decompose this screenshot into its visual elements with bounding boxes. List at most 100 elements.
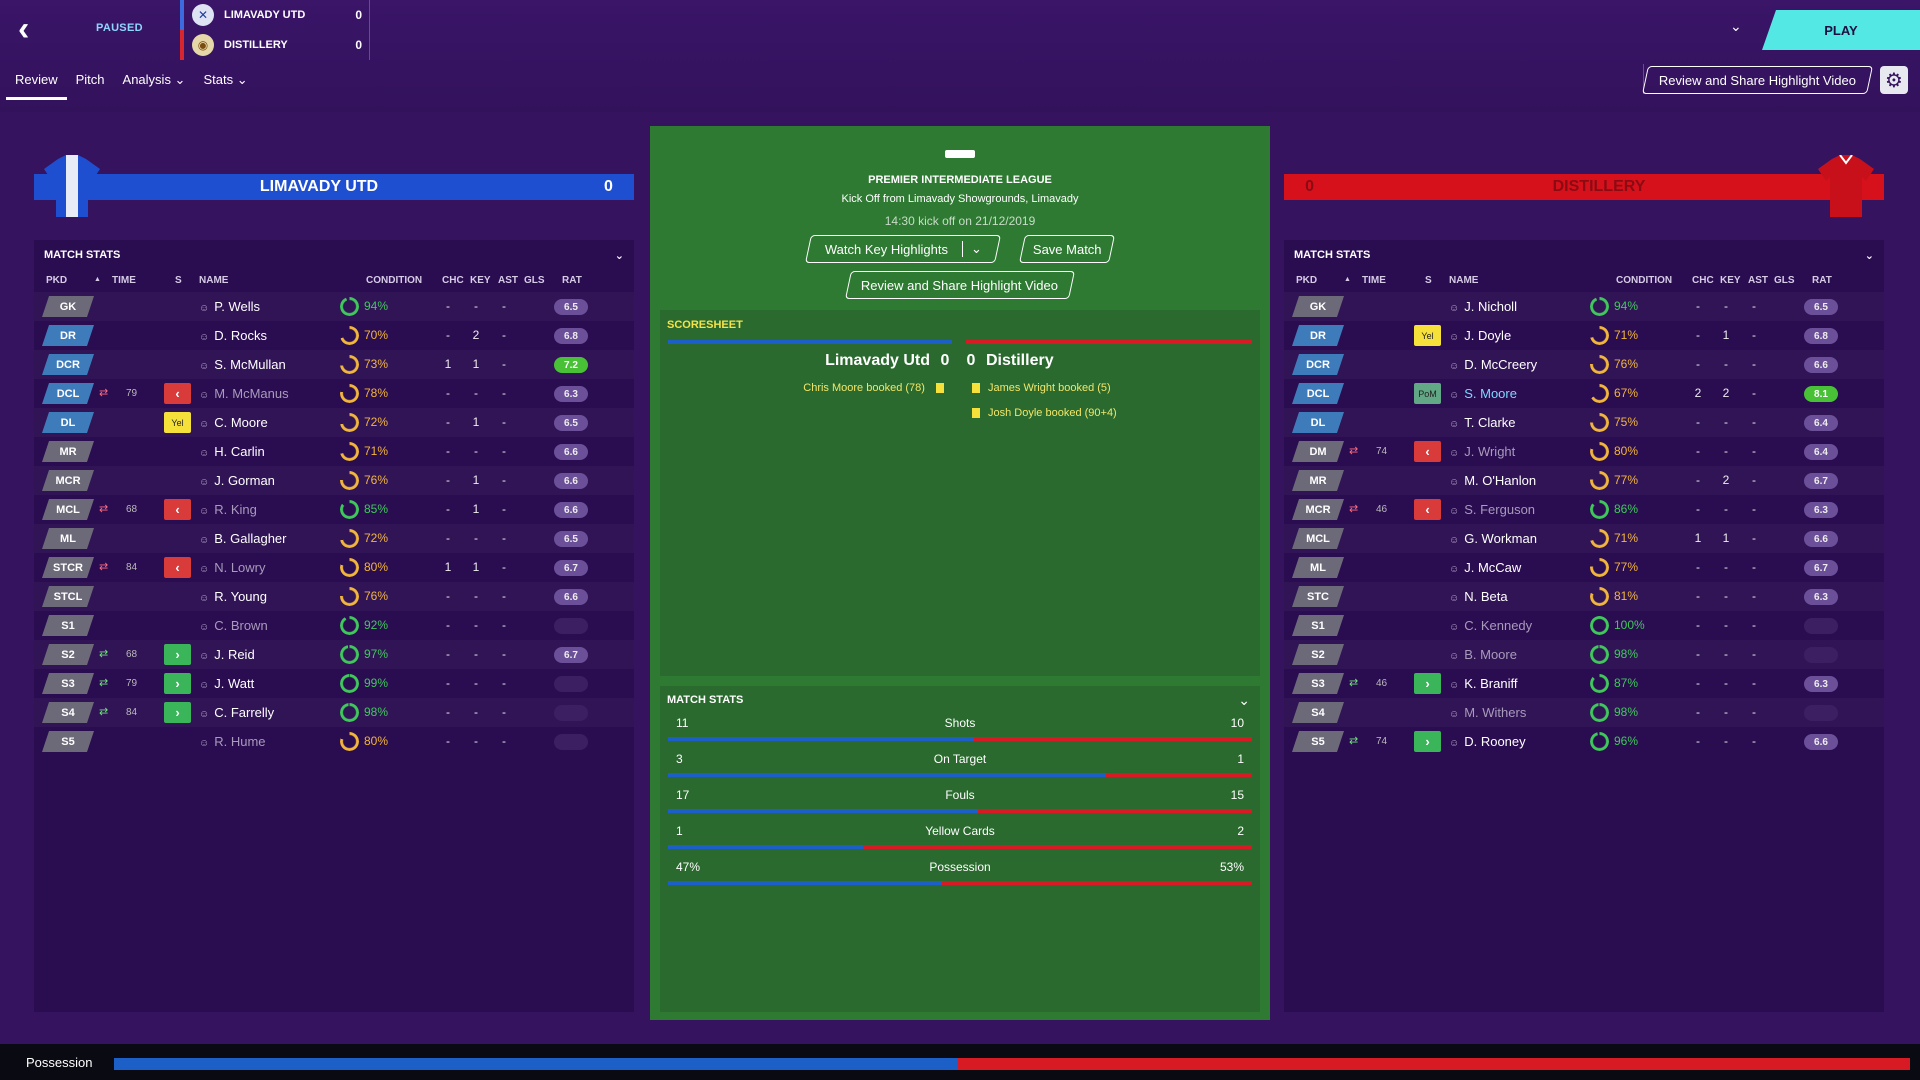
column-header-gls[interactable]: GLS (524, 275, 545, 286)
player-name[interactable]: H. Carlin (199, 444, 265, 459)
player-row[interactable]: DCR D. McCreery 76% - - - 6.6 (1284, 350, 1884, 379)
player-name[interactable]: J. Nicholl (1449, 299, 1517, 314)
player-name[interactable]: J. Doyle (1449, 328, 1511, 343)
player-name[interactable]: S. McMullan (199, 357, 286, 372)
player-name[interactable]: D. McCreery (1449, 357, 1537, 372)
collapse-chevron-icon[interactable]: ⌄ (615, 249, 624, 262)
column-header-key[interactable]: KEY (1720, 275, 1741, 286)
player-name[interactable]: J. Gorman (199, 473, 275, 488)
player-row[interactable]: MR M. O'Hanlon 77% - 2 - 6.7 (1284, 466, 1884, 495)
player-name[interactable]: M. O'Hanlon (1449, 473, 1536, 488)
player-row[interactable]: STC N. Beta 81% - - - 6.3 (1284, 582, 1884, 611)
player-row[interactable]: DCL ⇄ 79 ‹ M. McManus 78% - - - 6.3 (34, 379, 634, 408)
player-row[interactable]: GK P. Wells 94% - - - 6.5 (34, 292, 634, 321)
column-header-rat[interactable]: RAT (562, 275, 582, 286)
player-name[interactable]: B. Moore (1449, 647, 1517, 662)
player-row[interactable]: ML J. McCaw 77% - - - 6.7 (1284, 553, 1884, 582)
player-name[interactable]: M. Withers (1449, 705, 1526, 720)
player-name[interactable]: J. Watt (199, 676, 254, 691)
player-name[interactable]: C. Farrelly (199, 705, 274, 720)
tab-stats[interactable]: Stats ⌄ (194, 70, 256, 100)
column-header-gls[interactable]: GLS (1774, 275, 1795, 286)
player-name[interactable]: J. Wright (1449, 444, 1515, 459)
player-row[interactable]: DR D. Rocks 70% - 2 - 6.8 (34, 321, 634, 350)
player-name[interactable]: S. Moore (1449, 386, 1517, 401)
player-name[interactable]: N. Beta (1449, 589, 1507, 604)
sort-arrow-icon[interactable]: ▲ (1344, 276, 1351, 283)
player-name[interactable]: N. Lowry (199, 560, 265, 575)
player-row[interactable]: S5 ⇄ 74 › D. Rooney 96% - - - 6.6 (1284, 727, 1884, 756)
save-match-button[interactable]: Save Match (1019, 235, 1115, 263)
player-name[interactable]: J. McCaw (1449, 560, 1521, 575)
column-header-s[interactable]: S (1425, 275, 1432, 286)
player-row[interactable]: ML B. Gallagher 72% - - - 6.5 (34, 524, 634, 553)
player-name[interactable]: D. Rooney (1449, 734, 1525, 749)
tab-analysis[interactable]: Analysis ⌄ (114, 70, 195, 100)
column-header-chc[interactable]: CHC (1692, 275, 1714, 286)
play-options-chevron-icon[interactable]: ⌄ (1730, 18, 1742, 35)
collapse-chevron-icon[interactable]: ⌄ (1238, 692, 1250, 709)
tab-pitch[interactable]: Pitch (67, 70, 114, 100)
player-name[interactable]: P. Wells (199, 299, 260, 314)
player-row[interactable]: DCL PoM S. Moore 67% 2 2 - 8.1 (1284, 379, 1884, 408)
column-header-name[interactable]: NAME (199, 275, 228, 286)
sort-arrow-icon[interactable]: ▲ (94, 276, 101, 283)
column-header-time[interactable]: TIME (112, 275, 136, 286)
player-row[interactable]: GK J. Nicholl 94% - - - 6.5 (1284, 292, 1884, 321)
player-name[interactable]: T. Clarke (1449, 415, 1515, 430)
player-row[interactable]: S3 ⇄ 79 › J. Watt 99% - - - (34, 669, 634, 698)
column-header-s[interactable]: S (175, 275, 182, 286)
player-row[interactable]: DM ⇄ 74 ‹ J. Wright 80% - - - 6.4 (1284, 437, 1884, 466)
column-header-key[interactable]: KEY (470, 275, 491, 286)
player-name[interactable]: M. McManus (199, 386, 288, 401)
column-header-pkd[interactable]: PKD (46, 275, 67, 286)
player-row[interactable]: MCR J. Gorman 76% - 1 - 6.6 (34, 466, 634, 495)
player-row[interactable]: MCR ⇄ 46 ‹ S. Ferguson 86% - - - 6.3 (1284, 495, 1884, 524)
player-row[interactable]: DCR S. McMullan 73% 1 1 - 7.2 (34, 350, 634, 379)
player-name[interactable]: D. Rocks (199, 328, 267, 343)
player-row[interactable]: S1 C. Kennedy 100% - - - (1284, 611, 1884, 640)
play-button[interactable]: PLAY (1762, 10, 1920, 50)
player-row[interactable]: MCL G. Workman 71% 1 1 - 6.6 (1284, 524, 1884, 553)
player-row[interactable]: S4 ⇄ 84 › C. Farrelly 98% - - - (34, 698, 634, 727)
column-header-chc[interactable]: CHC (442, 275, 464, 286)
player-name[interactable]: S. Ferguson (1449, 502, 1535, 517)
player-row[interactable]: S5 R. Hume 80% - - - (34, 727, 634, 756)
watch-key-highlights-button[interactable]: Watch Key Highlights ⌄ (805, 235, 1001, 263)
player-name[interactable]: R. Hume (199, 734, 265, 749)
player-row[interactable]: S2 B. Moore 98% - - - (1284, 640, 1884, 669)
column-header-ast[interactable]: AST (498, 275, 518, 286)
center-review-share-button[interactable]: Review and Share Highlight Video (845, 271, 1075, 299)
collapse-chevron-icon[interactable]: ⌄ (1865, 249, 1874, 262)
column-header-pkd[interactable]: PKD (1296, 275, 1317, 286)
player-row[interactable]: DL Yel C. Moore 72% - 1 - 6.5 (34, 408, 634, 437)
review-share-highlight-button[interactable]: Review and Share Highlight Video (1642, 66, 1873, 94)
player-row[interactable]: S4 M. Withers 98% - - - (1284, 698, 1884, 727)
player-name[interactable]: C. Brown (199, 618, 267, 633)
player-row[interactable]: DL T. Clarke 75% - - - 6.4 (1284, 408, 1884, 437)
player-row[interactable]: S3 ⇄ 46 › K. Braniff 87% - - - 6.3 (1284, 669, 1884, 698)
player-name[interactable]: J. Reid (199, 647, 254, 662)
player-row[interactable]: STCR ⇄ 84 ‹ N. Lowry 80% 1 1 - 6.7 (34, 553, 634, 582)
column-header-rat[interactable]: RAT (1812, 275, 1832, 286)
column-header-ast[interactable]: AST (1748, 275, 1768, 286)
column-header-condition[interactable]: CONDITION (1616, 275, 1672, 286)
column-header-time[interactable]: TIME (1362, 275, 1386, 286)
player-row[interactable]: S2 ⇄ 68 › J. Reid 97% - - - 6.7 (34, 640, 634, 669)
column-header-name[interactable]: NAME (1449, 275, 1478, 286)
player-row[interactable]: S1 C. Brown 92% - - - (34, 611, 634, 640)
player-name[interactable]: C. Kennedy (1449, 618, 1532, 633)
player-row[interactable]: STCL R. Young 76% - - - 6.6 (34, 582, 634, 611)
player-name[interactable]: G. Workman (1449, 531, 1537, 546)
player-row[interactable]: MR H. Carlin 71% - - - 6.6 (34, 437, 634, 466)
player-name[interactable]: R. Young (199, 589, 267, 604)
back-arrow-icon[interactable]: ‹ (18, 12, 42, 46)
player-row[interactable]: MCL ⇄ 68 ‹ R. King 85% - 1 - 6.6 (34, 495, 634, 524)
chevron-down-icon[interactable]: ⌄ (961, 241, 982, 257)
column-header-condition[interactable]: CONDITION (366, 275, 422, 286)
gear-icon[interactable]: ⚙ (1880, 66, 1908, 94)
player-name[interactable]: R. King (199, 502, 257, 517)
player-row[interactable]: DR Yel J. Doyle 71% - 1 - 6.8 (1284, 321, 1884, 350)
player-name[interactable]: K. Braniff (1449, 676, 1517, 691)
tab-review[interactable]: Review (6, 70, 67, 100)
